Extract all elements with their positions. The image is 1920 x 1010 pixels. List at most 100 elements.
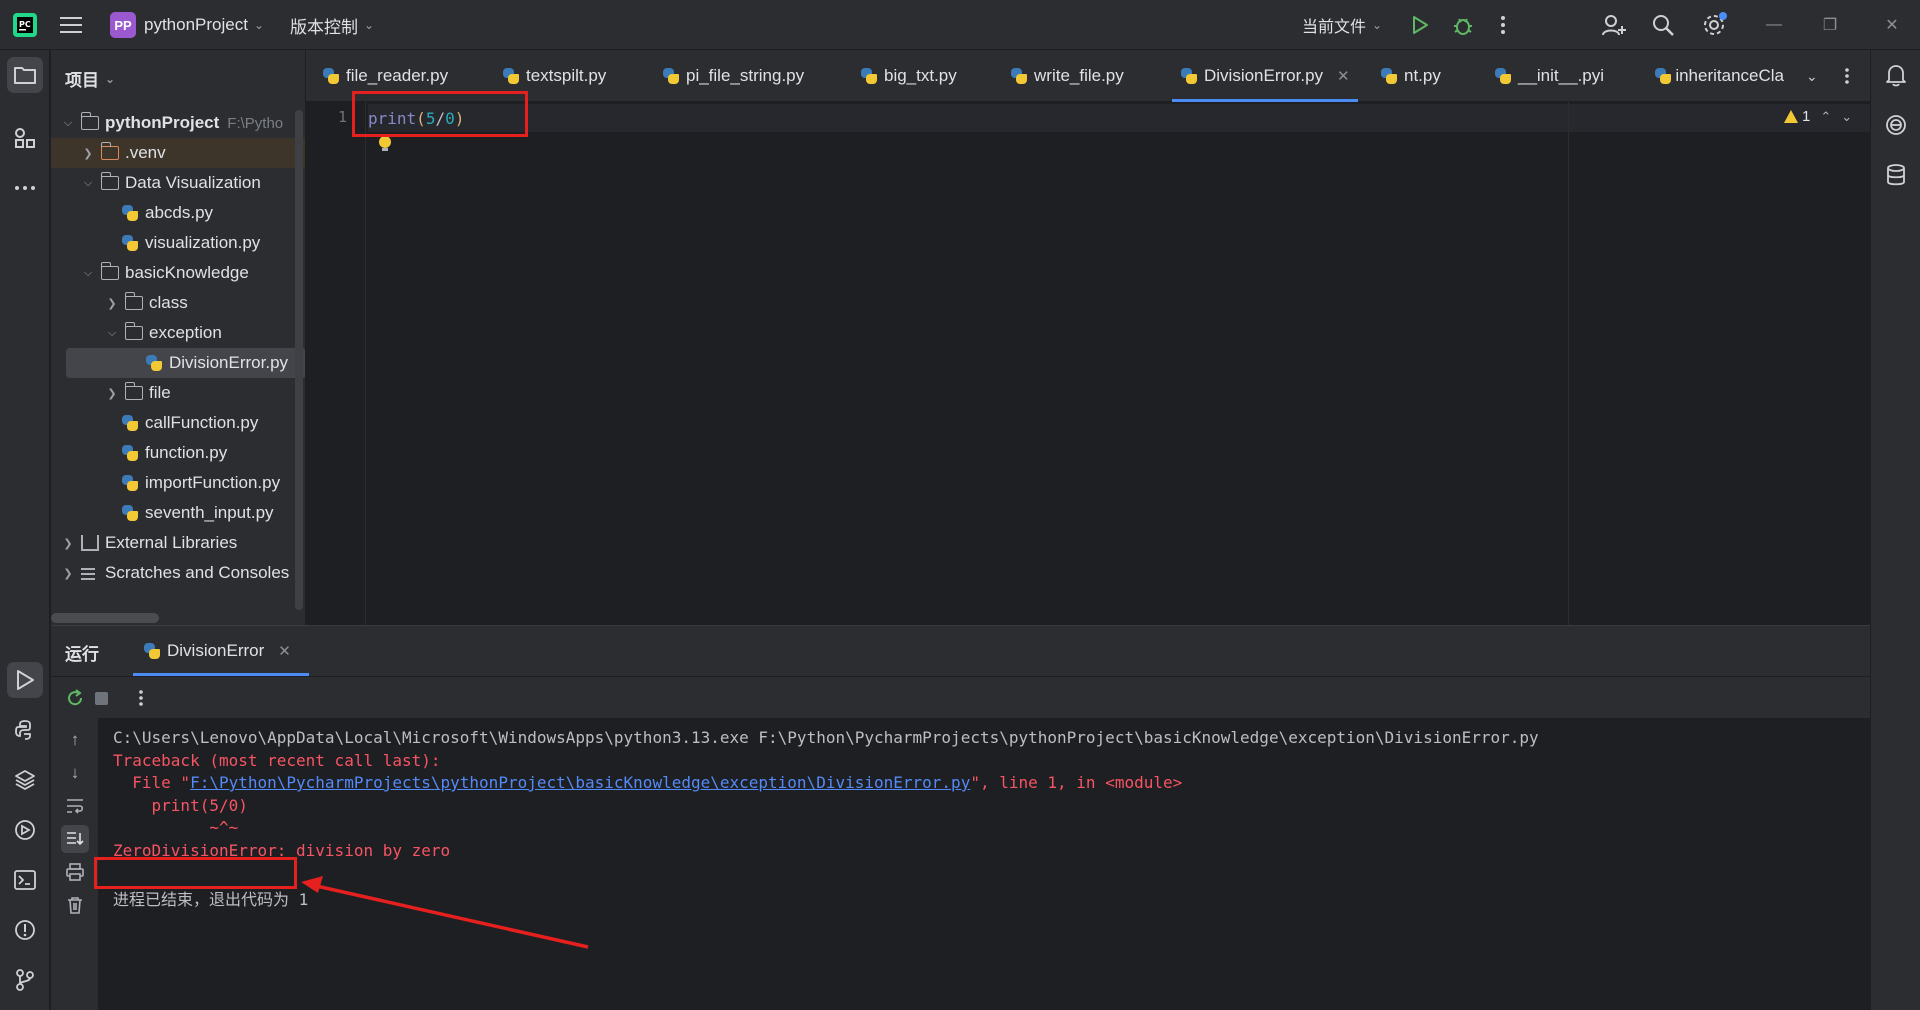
python-file-icon: [121, 504, 139, 522]
settings-gear-icon[interactable]: [1702, 0, 1728, 50]
traceback-file-suffix: ", line 1, in <module>: [970, 773, 1183, 792]
previous-highlight-icon[interactable]: ⌃: [1820, 109, 1831, 125]
arrow-up-icon[interactable]: ↑: [61, 726, 89, 754]
main-menu-icon[interactable]: [60, 0, 82, 50]
tree-item-label: DivisionError.py: [169, 353, 289, 372]
bug-icon: [1454, 18, 1472, 35]
tree-item-label: Data Visualization: [125, 173, 261, 192]
python-packages-icon[interactable]: [7, 762, 43, 798]
console-output[interactable]: C:\Users\Lenovo\AppData\Local\Microsoft\…: [113, 718, 1853, 1010]
ai-assistant-icon[interactable]: [1878, 107, 1914, 143]
chevron-down-icon: ⌄: [1372, 18, 1383, 32]
close-window-button[interactable]: ✕: [1864, 0, 1920, 50]
minimize-button[interactable]: —: [1746, 0, 1802, 50]
tab-label: write_file.py: [1034, 66, 1124, 85]
tree-item-scratches[interactable]: ❯ Scratches and Consoles: [51, 558, 305, 588]
project-selector[interactable]: PP pythonProject ⌄: [110, 0, 264, 50]
tab-label: __init__.pyi: [1518, 66, 1605, 85]
project-badge: PP: [110, 12, 136, 38]
tree-item-abcds[interactable]: abcds.py: [51, 198, 305, 228]
traceback-file-link[interactable]: F:\Python\PycharmProjects\pythonProject\…: [190, 773, 970, 792]
tab-more-options-icon[interactable]: [1844, 50, 1850, 102]
trash-icon[interactable]: [61, 891, 89, 919]
scroll-to-end-icon[interactable]: [61, 825, 89, 853]
tab-inheritancecla[interactable]: inheritanceCla: [1654, 50, 1784, 102]
add-user-icon[interactable]: [1602, 0, 1626, 50]
soft-wrap-icon[interactable]: [61, 792, 89, 820]
project-vertical-scrollbar[interactable]: [295, 110, 303, 610]
arrow-down-icon[interactable]: ↓: [61, 759, 89, 787]
more-actions-icon[interactable]: [1500, 0, 1506, 50]
services-icon[interactable]: [7, 812, 43, 848]
close-tab-icon[interactable]: ✕: [1337, 67, 1350, 85]
tree-item-exception[interactable]: ⌵ exception: [51, 318, 305, 348]
python-file-icon: [1494, 67, 1512, 85]
tree-item-data-visualization[interactable]: ⌵ Data Visualization: [51, 168, 305, 198]
run-panel-title: 运行: [65, 645, 99, 664]
tab-pi-file-string[interactable]: pi_file_string.py: [662, 50, 804, 102]
tab-init-pyi[interactable]: __init__.pyi: [1494, 50, 1604, 102]
vcs-menu[interactable]: 版本控制 ⌄: [290, 0, 374, 50]
python-console-icon[interactable]: [7, 712, 43, 748]
tree-item-file[interactable]: ❯ file: [51, 378, 305, 408]
tab-big-txt[interactable]: big_txt.py: [860, 50, 957, 102]
tree-item-external-libraries[interactable]: ❯ External Libraries: [51, 528, 305, 558]
more-options-icon[interactable]: [127, 684, 155, 712]
error-message: division by zero: [286, 841, 451, 860]
next-highlight-icon[interactable]: ⌄: [1841, 109, 1852, 125]
title-bar: PC PP pythonProject ⌄ 版本控制 ⌄ 当前文件 ⌄ — ❐ …: [0, 0, 1920, 50]
pycharm-logo-icon[interactable]: PC: [12, 0, 38, 50]
tab-write-file[interactable]: write_file.py: [1010, 50, 1124, 102]
notifications-bell-icon[interactable]: [1878, 57, 1914, 93]
project-folder-icon[interactable]: [7, 57, 43, 93]
tree-item-venv[interactable]: ❯ .venv: [51, 138, 305, 168]
more-tools-icon[interactable]: [7, 170, 43, 206]
tree-item-pythonproject[interactable]: ⌵ pythonProject F:\Pytho: [51, 108, 305, 138]
stop-icon[interactable]: [87, 684, 115, 712]
run-config-selector[interactable]: 当前文件 ⌄: [1302, 0, 1382, 50]
tree-item-function[interactable]: function.py: [51, 438, 305, 468]
tree-item-label: callFunction.py: [145, 413, 259, 432]
tree-item-label: pythonProject: [105, 113, 220, 132]
terminal-icon[interactable]: [7, 862, 43, 898]
tree-item-importfunction[interactable]: importFunction.py: [51, 468, 305, 498]
debug-button[interactable]: [1452, 0, 1474, 50]
folder-icon: [124, 292, 143, 310]
search-icon[interactable]: [1652, 0, 1674, 50]
tree-item-divisionerror[interactable]: DivisionError.py: [66, 348, 305, 378]
database-icon[interactable]: [1878, 157, 1914, 193]
tab-textspilt[interactable]: textspilt.py: [502, 50, 606, 102]
restore-button[interactable]: ❐: [1802, 0, 1858, 50]
tree-item-basicknowledge[interactable]: ⌵ basicKnowledge: [51, 258, 305, 288]
rerun-icon[interactable]: [61, 684, 89, 712]
chevron-right-icon: ❯: [63, 567, 73, 580]
git-branch-icon[interactable]: [7, 962, 43, 998]
code-editor[interactable]: 1 print(5/0) 1 ⌃ ⌄: [306, 102, 1870, 625]
run-tool-icon[interactable]: [7, 662, 43, 698]
code-line-1[interactable]: print(5/0): [368, 109, 464, 128]
close-run-tab-icon[interactable]: ✕: [278, 642, 291, 660]
python-file-icon: [1654, 67, 1672, 85]
run-button[interactable]: [1410, 0, 1430, 50]
inspection-widget[interactable]: 1 ⌃ ⌄: [1784, 108, 1852, 125]
tree-item-label: file: [149, 383, 171, 402]
tab-list-chevron-down-icon[interactable]: ⌄: [1806, 50, 1818, 102]
run-tab-divisionerror[interactable]: DivisionError ✕: [133, 626, 309, 676]
problems-icon[interactable]: [7, 912, 43, 948]
tree-item-seventh-input[interactable]: seventh_input.py: [51, 498, 305, 528]
tree-item-visualization[interactable]: visualization.py: [51, 228, 305, 258]
tab-nt[interactable]: nt.py: [1380, 50, 1441, 102]
run-side-toolbar: ↑ ↓: [51, 718, 99, 1010]
tree-item-class[interactable]: ❯ class: [51, 288, 305, 318]
python-file-icon: [1180, 67, 1198, 85]
print-icon[interactable]: [61, 858, 89, 886]
intention-bulb-icon[interactable]: [378, 136, 392, 152]
structure-icon[interactable]: [7, 120, 43, 156]
project-panel-header[interactable]: 项目 ⌄: [65, 66, 115, 91]
tab-divisionerror[interactable]: DivisionError.py ✕: [1172, 50, 1358, 102]
tree-item-callfunction[interactable]: callFunction.py: [51, 408, 305, 438]
tree-item-label: External Libraries: [105, 533, 238, 552]
console-traceback-code: print(5/0): [113, 796, 248, 815]
project-horizontal-scrollbar[interactable]: [51, 613, 159, 623]
tab-file-reader[interactable]: file_reader.py: [322, 50, 448, 102]
